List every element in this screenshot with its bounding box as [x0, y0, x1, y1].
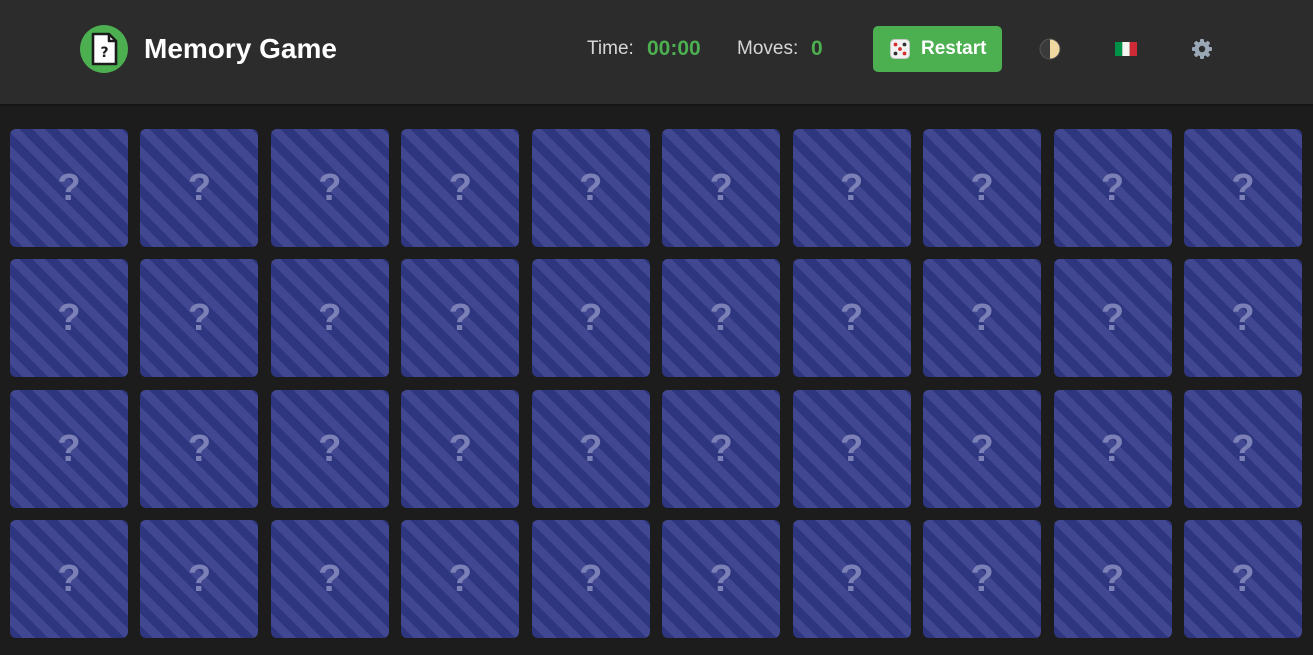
- card-back-symbol: ?: [318, 167, 342, 209]
- card-back-symbol: ?: [709, 297, 733, 340]
- memory-card[interactable]: ?: [270, 519, 389, 638]
- memory-card[interactable]: ?: [140, 519, 259, 638]
- card-back-symbol: ?: [57, 557, 81, 600]
- memory-card[interactable]: ?: [1053, 259, 1172, 378]
- memory-card[interactable]: ?: [401, 259, 520, 378]
- card-back-symbol: ?: [840, 167, 864, 209]
- card-back-symbol: ?: [57, 427, 81, 470]
- card-back-symbol: ?: [1231, 167, 1255, 209]
- card-back-symbol: ?: [840, 557, 864, 600]
- card-back-symbol: ?: [318, 557, 342, 600]
- memory-card[interactable]: ?: [10, 519, 128, 638]
- card-back-symbol: ?: [970, 557, 994, 600]
- memory-card[interactable]: ?: [270, 389, 389, 508]
- card-back-symbol: ?: [709, 427, 733, 470]
- top-bar: ? Memory Game Time: 00:00 Moves: 0 Resta…: [0, 0, 1313, 106]
- memory-card[interactable]: ?: [1053, 519, 1172, 638]
- memory-card[interactable]: ?: [401, 519, 520, 638]
- card-back-symbol: ?: [318, 427, 342, 470]
- card-back-symbol: ?: [840, 297, 864, 340]
- card-back-symbol: ?: [448, 427, 472, 470]
- card-back-symbol: ?: [57, 167, 81, 209]
- memory-card[interactable]: ?: [531, 129, 650, 247]
- question-file-icon: ?: [80, 25, 128, 73]
- card-back-symbol: ?: [1100, 557, 1125, 600]
- memory-card[interactable]: ?: [923, 389, 1042, 508]
- card-back-symbol: ?: [1231, 427, 1255, 470]
- memory-card[interactable]: ?: [140, 259, 259, 378]
- restart-button[interactable]: Restart: [873, 26, 1002, 72]
- memory-card[interactable]: ?: [531, 259, 650, 378]
- restart-label: Restart: [921, 38, 987, 59]
- memory-card[interactable]: ?: [10, 259, 128, 378]
- card-back-symbol: ?: [1100, 167, 1125, 209]
- memory-card[interactable]: ?: [10, 129, 128, 247]
- memory-card[interactable]: ?: [1053, 389, 1172, 508]
- card-back-symbol: ?: [57, 297, 81, 340]
- card-back-symbol: ?: [970, 167, 994, 209]
- card-back-symbol: ?: [187, 297, 212, 340]
- memory-card[interactable]: ?: [792, 259, 911, 378]
- memory-card[interactable]: ?: [401, 129, 520, 247]
- memory-card[interactable]: ?: [10, 389, 128, 508]
- card-back-symbol: ?: [970, 427, 994, 470]
- memory-card[interactable]: ?: [401, 389, 520, 508]
- card-back-symbol: ?: [1231, 557, 1255, 600]
- memory-card[interactable]: ?: [1183, 519, 1302, 638]
- gear-icon[interactable]: [1190, 37, 1214, 61]
- card-back-symbol: ?: [448, 297, 472, 340]
- card-back-symbol: ?: [448, 167, 472, 209]
- card-back-symbol: ?: [448, 557, 472, 600]
- half-moon-icon[interactable]: [1038, 37, 1062, 61]
- memory-card[interactable]: ?: [270, 259, 389, 378]
- card-back-symbol: ?: [579, 297, 603, 340]
- memory-card[interactable]: ?: [662, 129, 781, 247]
- memory-card[interactable]: ?: [1183, 129, 1302, 247]
- memory-card[interactable]: ?: [270, 129, 389, 247]
- card-back-symbol: ?: [187, 557, 212, 600]
- time-value: 00:00: [647, 37, 701, 60]
- card-back-symbol: ?: [579, 427, 603, 470]
- memory-card[interactable]: ?: [531, 519, 650, 638]
- memory-card[interactable]: ?: [792, 129, 911, 247]
- card-back-symbol: ?: [709, 167, 733, 209]
- memory-card[interactable]: ?: [662, 389, 781, 508]
- card-back-symbol: ?: [709, 557, 733, 600]
- card-back-symbol: ?: [1100, 427, 1125, 470]
- card-back-symbol: ?: [1100, 297, 1125, 340]
- memory-card[interactable]: ?: [140, 129, 259, 247]
- memory-card[interactable]: ?: [792, 389, 911, 508]
- card-back-symbol: ?: [579, 167, 603, 209]
- italy-flag-icon[interactable]: [1114, 37, 1138, 61]
- dice-icon: [890, 39, 910, 59]
- moves-label: Moves:: [737, 38, 799, 59]
- memory-card[interactable]: ?: [531, 389, 650, 508]
- memory-card[interactable]: ?: [1183, 389, 1302, 508]
- card-back-symbol: ?: [187, 427, 212, 470]
- memory-card[interactable]: ?: [662, 519, 781, 638]
- memory-card[interactable]: ?: [1183, 259, 1302, 378]
- memory-card[interactable]: ?: [923, 519, 1042, 638]
- time-label: Time:: [587, 38, 634, 59]
- app-title: Memory Game: [144, 33, 337, 64]
- memory-card[interactable]: ?: [923, 259, 1042, 378]
- card-board: ????????????????????????????????????????: [10, 129, 1302, 638]
- card-back-symbol: ?: [970, 297, 994, 340]
- memory-card[interactable]: ?: [792, 519, 911, 638]
- card-back-symbol: ?: [318, 297, 342, 340]
- moves-value: 0: [811, 37, 823, 60]
- memory-card[interactable]: ?: [923, 129, 1042, 247]
- card-back-symbol: ?: [1231, 297, 1255, 340]
- memory-card[interactable]: ?: [1053, 129, 1172, 247]
- memory-card[interactable]: ?: [662, 259, 781, 378]
- svg-text:?: ?: [100, 45, 108, 61]
- card-back-symbol: ?: [187, 167, 212, 209]
- memory-card[interactable]: ?: [140, 389, 259, 508]
- card-back-symbol: ?: [840, 427, 864, 470]
- card-back-symbol: ?: [579, 557, 603, 600]
